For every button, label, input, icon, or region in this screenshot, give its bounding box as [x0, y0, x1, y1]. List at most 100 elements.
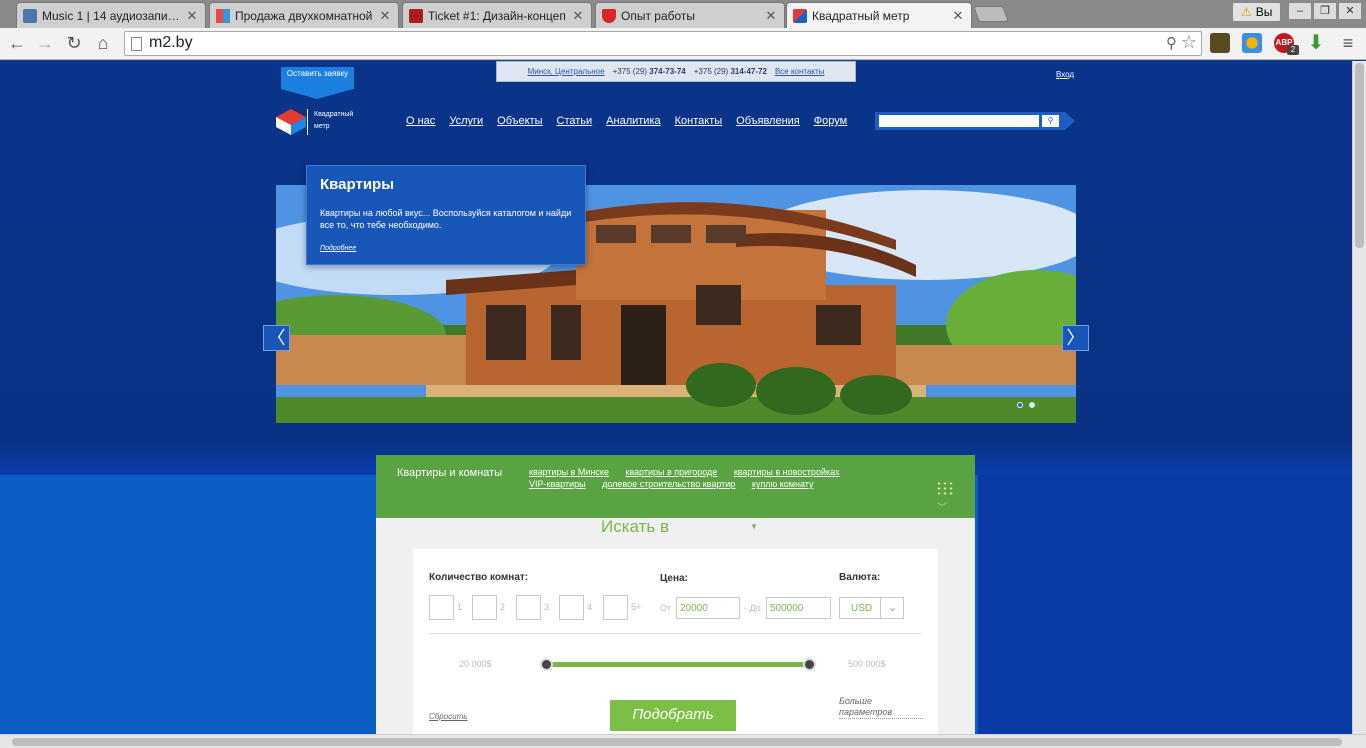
- caret-down-icon[interactable]: ▼: [750, 522, 758, 531]
- tab-title: Продажа двухкомнатной: [235, 8, 373, 23]
- logo-text[interactable]: Квадратный метр: [307, 109, 367, 135]
- nav-articles[interactable]: Статьи: [557, 115, 593, 127]
- grid-favicon-icon: [216, 8, 230, 23]
- price-from-label: От: [660, 603, 672, 613]
- nav-analytics[interactable]: Аналитика: [606, 115, 660, 127]
- nav-contacts[interactable]: Контакты: [675, 115, 723, 127]
- browser-toolbar: ← → ↻ ⌂ m2.by ⚲ ☆ ABP 2 ⬇ ≡: [0, 28, 1366, 60]
- horizontal-scrollbar-thumb[interactable]: [12, 738, 1342, 746]
- search-icon[interactable]: ⚲: [1042, 115, 1059, 127]
- tab-close-icon[interactable]: ✕: [185, 8, 199, 24]
- room-label-2: 2: [500, 602, 506, 612]
- submit-button[interactable]: Подобрать: [610, 700, 736, 731]
- minimize-button[interactable]: ‒: [1288, 2, 1312, 20]
- new-tab-button[interactable]: [973, 6, 1009, 22]
- filter-quick-links: квартиры в Минске квартиры в пригороде к…: [529, 466, 889, 490]
- room-label-3: 3: [544, 602, 550, 612]
- link-vip[interactable]: VIP-квартиры: [529, 479, 586, 489]
- nav-forum[interactable]: Форум: [814, 115, 847, 127]
- price-range-track[interactable]: [546, 662, 810, 667]
- tab-music[interactable]: Music 1 | 14 аудиозаписей ✕: [16, 2, 206, 28]
- login-link[interactable]: Вход: [1056, 70, 1074, 79]
- back-arrow-icon[interactable]: ←: [6, 32, 28, 54]
- slider-dots: [1017, 402, 1035, 408]
- tab-sale[interactable]: Продажа двухкомнатной ✕: [209, 2, 399, 28]
- url-text[interactable]: m2.by: [149, 34, 193, 52]
- link-buy-room[interactable]: куплю комнату: [752, 479, 814, 489]
- nav-services[interactable]: Услуги: [449, 115, 483, 127]
- nav-about[interactable]: О нас: [406, 115, 435, 127]
- window-close-button[interactable]: ✕: [1338, 2, 1362, 20]
- chevron-down-icon[interactable]: ﹀: [937, 499, 947, 514]
- currency-select[interactable]: USD ⌄: [839, 597, 904, 619]
- phone-2: +375 (29) 314-47-72: [694, 67, 767, 76]
- slider-dot-2[interactable]: [1029, 402, 1035, 408]
- bookmark-star-icon[interactable]: ☆: [1181, 32, 1197, 53]
- room-checkbox-5plus[interactable]: [603, 595, 628, 620]
- search-in-select[interactable]: Искать в: [601, 517, 669, 537]
- slider-next-arrow-icon[interactable]: 〉: [1062, 325, 1089, 351]
- room-label-1: 1: [457, 602, 463, 612]
- slide-caption: Квартиры Квартиры на любой вкус... Воспо…: [306, 165, 586, 265]
- tab-close-icon[interactable]: ✕: [764, 8, 778, 24]
- puzzle-extension-icon[interactable]: [1242, 33, 1262, 53]
- chevron-down-icon: ⌄: [880, 598, 904, 618]
- grip-dots-icon[interactable]: [936, 481, 954, 497]
- room-checkbox-1[interactable]: [429, 595, 454, 620]
- room-checkbox-2[interactable]: [472, 595, 497, 620]
- more-params-link[interactable]: Больше параметров: [839, 696, 923, 719]
- filter-panel: Квартиры и комнаты квартиры в Минске ква…: [376, 455, 975, 734]
- site-logo-icon[interactable]: [276, 109, 306, 135]
- reload-icon[interactable]: ↻: [63, 32, 85, 54]
- tab-ticket[interactable]: Ticket #1: Дизайн-концеп ✕: [402, 2, 592, 28]
- logo-text-line-1: Квадратный: [314, 111, 354, 118]
- all-contacts-link[interactable]: Все контакты: [775, 67, 825, 76]
- range-min-handle[interactable]: [540, 658, 553, 671]
- nav-ads[interactable]: Объявления: [736, 115, 800, 127]
- room-checkbox-3[interactable]: [516, 595, 541, 620]
- link-shared-construction[interactable]: долевое строительство квартир: [602, 479, 735, 489]
- tab-close-icon[interactable]: ✕: [951, 8, 965, 24]
- request-button[interactable]: Оставить заявку: [281, 67, 354, 99]
- horizontal-scrollbar[interactable]: [0, 734, 1366, 748]
- range-max-handle[interactable]: [803, 658, 816, 671]
- tab-experience[interactable]: Опыт работы ✕: [595, 2, 785, 28]
- menu-icon[interactable]: ≡: [1338, 33, 1358, 53]
- price-to-input[interactable]: 500000: [766, 597, 831, 619]
- link-suburbs[interactable]: квартиры в пригороде: [625, 467, 717, 477]
- slider-dot-1[interactable]: [1017, 402, 1023, 408]
- range-max-label: 500 000$: [848, 659, 886, 669]
- maximize-button[interactable]: ❐: [1313, 2, 1337, 20]
- logo-text-line-2: метр: [314, 123, 330, 130]
- tab-m2[interactable]: Квадратный метр ✕: [786, 2, 972, 29]
- ticket-favicon-icon: [409, 8, 423, 23]
- address-link[interactable]: Минск, Центральное: [528, 67, 605, 76]
- vertical-scrollbar-thumb[interactable]: [1355, 63, 1364, 248]
- forward-arrow-icon[interactable]: →: [34, 32, 56, 54]
- vertical-scrollbar[interactable]: [1352, 61, 1366, 734]
- download-arrow-icon[interactable]: ⬇: [1306, 33, 1326, 53]
- m2-favicon-icon: [793, 9, 807, 23]
- link-minsk[interactable]: квартиры в Минске: [529, 467, 609, 477]
- slide-text: Квартиры на любой вкус... Воспользуйся к…: [320, 208, 572, 230]
- zoom-icon[interactable]: ⚲: [1166, 34, 1177, 52]
- address-bar[interactable]: m2.by ⚲ ☆: [124, 31, 1202, 56]
- tab-close-icon[interactable]: ✕: [571, 8, 585, 24]
- clapper-extension-icon[interactable]: [1210, 33, 1230, 53]
- price-from-input[interactable]: 20000: [676, 597, 740, 619]
- home-icon[interactable]: ⌂: [92, 32, 114, 54]
- user-badge[interactable]: ⚠ Вы: [1232, 2, 1282, 22]
- lower-band-right: [978, 475, 1352, 734]
- slider-prev-arrow-icon[interactable]: 〈: [263, 325, 290, 351]
- phone-2-code: +375 (29): [693, 67, 729, 76]
- nav-objects[interactable]: Объекты: [497, 115, 542, 127]
- divider: [429, 633, 922, 634]
- site-search: ⚲: [875, 112, 1075, 130]
- room-checkbox-4[interactable]: [559, 595, 584, 620]
- tab-close-icon[interactable]: ✕: [378, 8, 392, 24]
- reset-link[interactable]: Сбросить: [429, 712, 468, 721]
- slide-more-link[interactable]: Подробнее: [320, 245, 356, 252]
- phone-1-number: 374-73-74: [649, 67, 686, 76]
- link-new-buildings[interactable]: квартиры в новостройках: [734, 467, 840, 477]
- search-input[interactable]: [879, 115, 1039, 127]
